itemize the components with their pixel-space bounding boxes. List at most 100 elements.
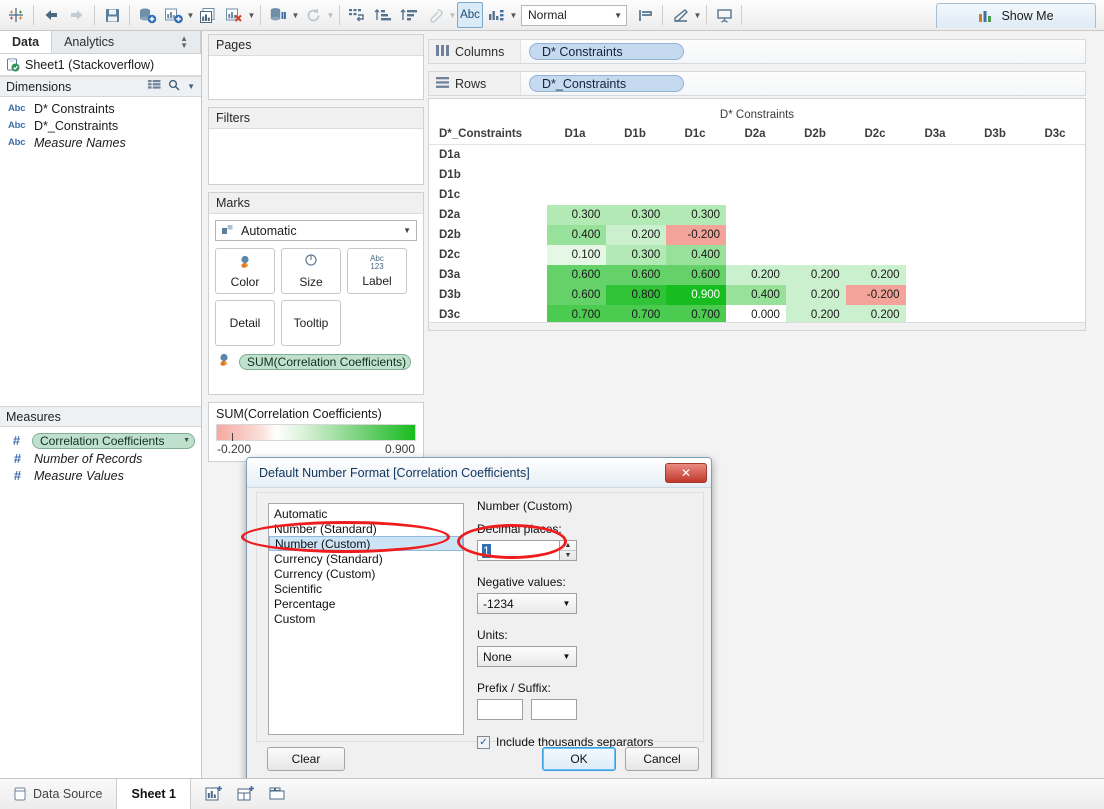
extract-dropdown-icon[interactable]: ▼ (291, 11, 300, 20)
heatmap-cell[interactable]: 0.400 (666, 245, 727, 265)
measure-item-correlation-coefficients[interactable]: # Correlation Coefficients ▼ (0, 431, 201, 450)
heatmap-cell[interactable] (1025, 285, 1085, 305)
heatmap-cell[interactable] (547, 165, 607, 185)
new-worksheet-icon[interactable] (160, 2, 186, 28)
heatmap-cell[interactable]: 0.200 (845, 265, 906, 285)
measure-item[interactable]: # Measure Values (0, 467, 201, 484)
chevron-down-icon[interactable]: ▼ (187, 82, 195, 91)
column-header[interactable]: D3b (965, 128, 1025, 140)
suffix-input[interactable] (531, 699, 577, 720)
heatmap-cell[interactable] (1025, 145, 1085, 165)
heatmap-cell[interactable]: 0.100 (546, 245, 607, 265)
heatmap-cell[interactable] (906, 185, 966, 205)
format-list-item[interactable]: Currency (Standard) (269, 551, 463, 566)
pin-icon[interactable] (632, 2, 658, 28)
label-marks-icon[interactable]: Abc (457, 2, 483, 28)
extract-icon[interactable] (265, 2, 291, 28)
close-icon[interactable]: ✕ (665, 462, 707, 483)
heatmap-cell[interactable] (1025, 205, 1085, 225)
clear-sheet-dropdown-icon[interactable]: ▼ (247, 11, 256, 20)
negative-values-select[interactable]: -1234 ▼ (477, 593, 577, 614)
size-button[interactable]: Size (281, 248, 341, 294)
units-select[interactable]: None ▼ (477, 646, 577, 667)
new-worksheet-icon[interactable] (205, 785, 223, 804)
heatmap-cell[interactable]: 0.900 (666, 285, 727, 305)
highlight-icon[interactable] (422, 2, 448, 28)
row-header[interactable]: D2c (429, 245, 547, 265)
heatmap-cell[interactable] (906, 265, 966, 285)
fit-select[interactable]: Normal ▼ (521, 4, 627, 26)
forward-icon[interactable] (64, 2, 90, 28)
refresh-dropdown-icon[interactable]: ▼ (326, 11, 335, 20)
chevron-down-icon[interactable]: ▼ (183, 437, 190, 444)
heatmap-cell[interactable] (606, 185, 666, 205)
heatmap-cell[interactable] (547, 145, 607, 165)
heatmap-cell[interactable]: 0.300 (666, 205, 727, 225)
heatmap-cell[interactable] (846, 245, 906, 265)
heatmap-cell[interactable] (846, 225, 906, 245)
marks-type-select[interactable]: Automatic ▼ (215, 220, 417, 241)
heatmap-cell[interactable]: 0.200 (785, 285, 846, 305)
format-list-item[interactable]: Automatic (269, 506, 463, 521)
format-list-item[interactable]: Currency (Custom) (269, 566, 463, 581)
heatmap-cell[interactable]: 0.300 (606, 245, 667, 265)
column-header[interactable]: D1a (545, 128, 605, 140)
heatmap-cell[interactable]: 0.200 (726, 265, 786, 285)
heatmap-cell[interactable]: 0.200 (785, 265, 846, 285)
heatmap-cell[interactable] (965, 225, 1025, 245)
swap-axis-icon[interactable] (344, 2, 370, 28)
heatmap-cell[interactable] (906, 165, 966, 185)
heatmap-cell[interactable] (965, 285, 1025, 305)
fit-dropdown-icon[interactable]: ▼ (509, 11, 518, 20)
new-dashboard-icon[interactable] (237, 785, 255, 804)
fit-icon[interactable] (483, 2, 509, 28)
heatmap-cell[interactable] (965, 265, 1025, 285)
column-header[interactable]: D2b (785, 128, 845, 140)
tab-data-source[interactable]: Data Source (0, 779, 118, 809)
ok-button[interactable]: OK (542, 747, 616, 771)
search-icon[interactable] (168, 79, 180, 94)
heatmap-cell[interactable] (906, 245, 966, 265)
tab-data[interactable]: Data (0, 31, 53, 53)
row-header[interactable]: D3b (429, 285, 547, 305)
heatmap-cell[interactable] (1025, 245, 1085, 265)
sort-ascending-icon[interactable] (370, 2, 396, 28)
column-header[interactable]: D3a (905, 128, 965, 140)
heatmap-cell[interactable] (666, 145, 726, 165)
heatmap-cell[interactable] (726, 185, 786, 205)
clear-sheet-icon[interactable] (221, 2, 247, 28)
presentation-mode-icon[interactable] (711, 2, 737, 28)
sort-descending-icon[interactable] (396, 2, 422, 28)
heatmap-cell[interactable] (726, 145, 786, 165)
heatmap-cell[interactable] (846, 185, 906, 205)
heatmap-cell[interactable] (786, 145, 846, 165)
column-header[interactable]: D1c (665, 128, 725, 140)
heatmap-cell[interactable] (906, 145, 966, 165)
color-encoding-pill[interactable]: SUM(Correlation Coefficients) (239, 353, 412, 370)
dimension-item[interactable]: Abc D* Constraints (0, 100, 201, 117)
detail-button[interactable]: Detail (215, 300, 275, 346)
filters-shelf[interactable] (209, 129, 423, 185)
heatmap-cell[interactable] (606, 165, 666, 185)
heatmap-cell[interactable] (965, 205, 1025, 225)
group-by-folder-icon[interactable] (148, 79, 161, 94)
heatmap-cell[interactable] (786, 225, 846, 245)
heatmap-cell[interactable] (726, 205, 786, 225)
heatmap-cell[interactable]: 0.800 (606, 285, 667, 305)
pages-shelf[interactable] (209, 56, 423, 100)
heatmap-cell[interactable] (726, 165, 786, 185)
heatmap-cell[interactable] (606, 145, 666, 165)
highlight-dropdown-icon[interactable]: ▼ (448, 11, 457, 20)
tooltip-button[interactable]: Tooltip (281, 300, 341, 346)
row-header[interactable]: D3a (429, 265, 547, 285)
row-header[interactable]: D1b (429, 165, 547, 185)
heatmap-cell[interactable] (965, 185, 1025, 205)
refresh-icon[interactable] (300, 2, 326, 28)
heatmap-cell[interactable] (965, 145, 1025, 165)
spin-down-icon[interactable]: ▼ (560, 551, 576, 560)
format-list-item[interactable]: Percentage (269, 596, 463, 611)
tab-analytics[interactable]: Analytics ▲ ▼ (52, 31, 201, 53)
heatmap-cell[interactable] (846, 145, 906, 165)
back-icon[interactable] (38, 2, 64, 28)
save-icon[interactable] (99, 2, 125, 28)
